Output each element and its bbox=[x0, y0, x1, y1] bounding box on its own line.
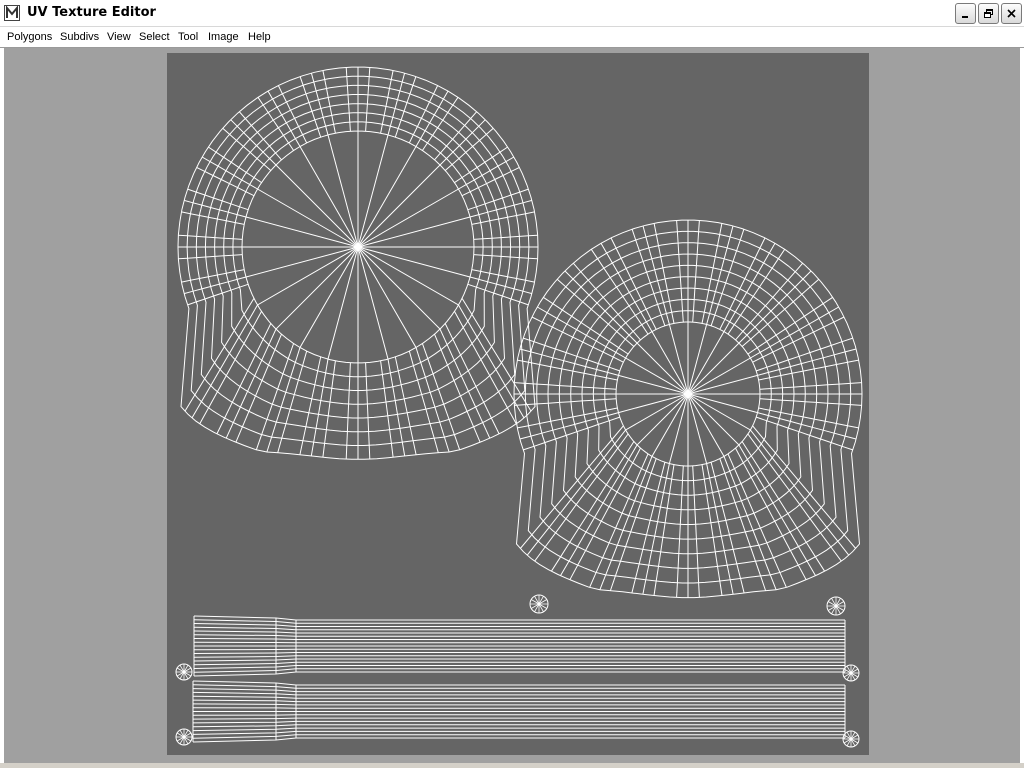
menu-select[interactable]: Select bbox=[139, 31, 170, 43]
window-title: UV Texture Editor bbox=[27, 5, 156, 20]
status-strip bbox=[0, 763, 1024, 768]
menu-image[interactable]: Image bbox=[208, 31, 239, 43]
uv-canvas[interactable] bbox=[4, 48, 1020, 763]
title-bar[interactable]: UV Texture Editor bbox=[0, 0, 1024, 27]
menu-help[interactable]: Help bbox=[248, 31, 271, 43]
maya-logo-icon[interactable] bbox=[4, 5, 20, 21]
uv-edge-row bbox=[192, 707, 845, 709]
uv-edge-row bbox=[193, 641, 845, 644]
uv-texture-editor-window: UV Texture Editor Polygons Subdivs View … bbox=[0, 0, 1024, 768]
restore-button[interactable] bbox=[978, 3, 999, 24]
menu-bar: Polygons Subdivs View Select Tool Image … bbox=[0, 27, 1024, 48]
uv-edge-row bbox=[193, 648, 845, 651]
minimize-button[interactable] bbox=[955, 3, 976, 24]
close-button[interactable] bbox=[1001, 3, 1022, 24]
menu-view[interactable]: View bbox=[107, 31, 131, 43]
menu-tool[interactable]: Tool bbox=[178, 31, 198, 43]
menu-subdivs[interactable]: Subdivs bbox=[60, 31, 99, 43]
uv-viewport[interactable] bbox=[4, 48, 1020, 763]
uv-edge-row bbox=[192, 714, 845, 716]
menu-polygons[interactable]: Polygons bbox=[7, 31, 52, 43]
minimize-icon bbox=[962, 16, 968, 18]
close-icon bbox=[1007, 9, 1016, 18]
restore-icon bbox=[984, 9, 993, 18]
